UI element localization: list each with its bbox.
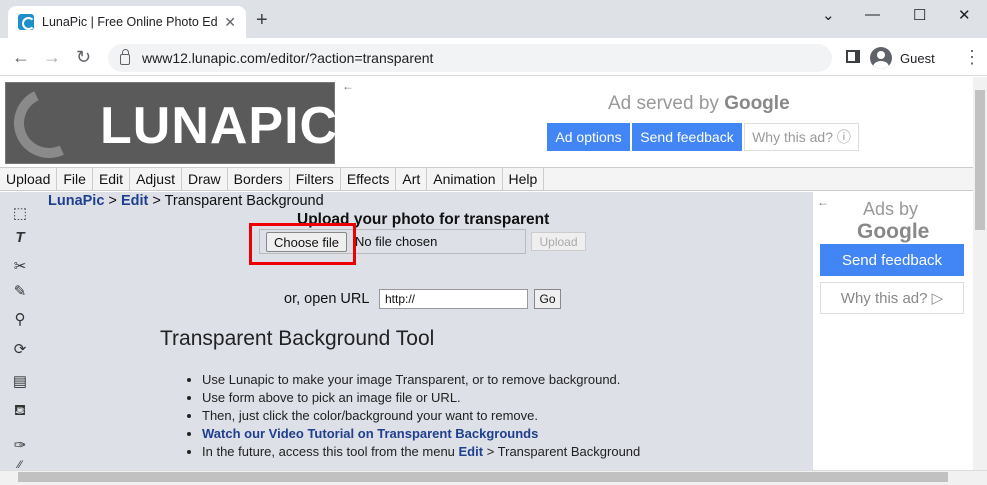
menu-filters[interactable]: Filters bbox=[290, 168, 341, 190]
video-tutorial-link[interactable]: Watch our Video Tutorial on Transparent … bbox=[202, 426, 538, 441]
send-feedback-button[interactable]: Send feedback bbox=[632, 123, 742, 151]
list-item: Then, just click the color/background yo… bbox=[202, 407, 640, 425]
text-tool-icon[interactable]: T bbox=[11, 229, 29, 246]
side-send-feedback-button[interactable]: Send feedback bbox=[820, 244, 964, 276]
rotate-tool-icon[interactable]: ⟳ bbox=[11, 340, 29, 358]
profile-name: Guest bbox=[900, 50, 935, 66]
new-tab-button[interactable]: + bbox=[256, 9, 268, 32]
edit-menu-link[interactable]: Edit bbox=[459, 444, 484, 459]
menu-help[interactable]: Help bbox=[503, 168, 545, 190]
breadcrumb-separator: > bbox=[104, 193, 121, 209]
maximize-button[interactable]: ☐ bbox=[913, 6, 926, 24]
browser-menu-icon[interactable]: ⋮ bbox=[963, 47, 981, 68]
menu-effects[interactable]: Effects bbox=[341, 168, 397, 190]
tab-close-icon[interactable]: ✕ bbox=[224, 14, 236, 31]
crop-tool-icon[interactable]: ✂ bbox=[11, 257, 29, 275]
url-label: or, open URL bbox=[284, 291, 370, 307]
breadcrumb-separator: > bbox=[148, 193, 165, 209]
pencil-tool-icon[interactable]: ✎ bbox=[11, 282, 29, 300]
vertical-scroll-thumb[interactable] bbox=[975, 90, 985, 230]
ads-by-label: Ads by bbox=[863, 199, 919, 219]
why-this-ad-button[interactable]: Why this ad? ⓘ bbox=[744, 123, 859, 151]
side-ad-back-icon[interactable]: ← bbox=[817, 195, 829, 209]
ad-served-label: Ad served by bbox=[608, 93, 719, 114]
menu-upload[interactable]: Upload bbox=[0, 168, 58, 190]
sidebar-toggle-icon[interactable] bbox=[846, 50, 860, 63]
ad-served-by: Ad served by Google bbox=[608, 93, 790, 115]
no-file-chosen-label: No file chosen bbox=[355, 234, 438, 249]
side-why-this-ad-button[interactable]: Why this ad? ▷ bbox=[820, 282, 964, 314]
menu-file[interactable]: File bbox=[57, 168, 93, 190]
list-item: In the future, access this tool from the… bbox=[202, 443, 640, 461]
reload-button[interactable]: ↻ bbox=[76, 47, 91, 68]
back-button[interactable]: ← bbox=[12, 47, 30, 68]
select-tool-icon[interactable]: ⬚ bbox=[11, 204, 29, 222]
address-bar[interactable]: www12.lunapic.com/editor/?action=transpa… bbox=[108, 44, 832, 72]
minimize-button[interactable]: — bbox=[865, 6, 880, 23]
lock-icon[interactable] bbox=[120, 48, 130, 65]
menu-animation[interactable]: Animation bbox=[427, 168, 503, 190]
menu-art[interactable]: Art bbox=[396, 168, 428, 190]
logo-text: LUNAPIC bbox=[100, 97, 339, 155]
fill-tool-icon[interactable]: ⛾ bbox=[11, 402, 29, 421]
menu-adjust[interactable]: Adjust bbox=[130, 168, 182, 190]
tab-search-icon[interactable]: ⌄ bbox=[822, 6, 835, 24]
ad-back-icon[interactable]: ← bbox=[342, 79, 354, 93]
upload-button[interactable]: Upload bbox=[531, 232, 586, 251]
eyedropper-tool-icon[interactable]: ✑ bbox=[11, 436, 29, 454]
google-label: Google bbox=[724, 93, 790, 114]
profile-button[interactable]: Guest bbox=[870, 45, 935, 71]
bullet5-suffix: > Transparent Background bbox=[483, 444, 641, 459]
red-highlight-box bbox=[249, 223, 356, 265]
list-item: Watch our Video Tutorial on Transparent … bbox=[202, 425, 640, 443]
close-window-button[interactable]: ✕ bbox=[958, 6, 971, 24]
list-item: Use Lunapic to make your image Transpare… bbox=[202, 371, 640, 389]
menu-edit[interactable]: Edit bbox=[93, 168, 131, 190]
zoom-tool-icon[interactable]: ⚲ bbox=[11, 310, 29, 328]
menu-borders[interactable]: Borders bbox=[228, 168, 290, 190]
breadcrumb-current: Transparent Background bbox=[164, 193, 324, 209]
app-menu-bar: Upload File Edit Adjust Draw Borders Fil… bbox=[0, 167, 973, 191]
menu-draw[interactable]: Draw bbox=[182, 168, 228, 190]
ads-google-label: Google bbox=[857, 220, 930, 243]
bullet5-text: In the future, access this tool from the… bbox=[202, 444, 459, 459]
breadcrumb-home-link[interactable]: LunaPic bbox=[48, 193, 104, 209]
breadcrumb: LunaPic > Edit > Transparent Background bbox=[48, 193, 324, 209]
url-text: www12.lunapic.com/editor/?action=transpa… bbox=[142, 50, 434, 66]
gradient-tool-icon[interactable]: ▤ bbox=[11, 372, 29, 390]
tab-title: LunaPic | Free Online Photo Ed bbox=[42, 15, 218, 29]
tool-heading: Transparent Background Tool bbox=[160, 327, 435, 350]
breadcrumb-edit-link[interactable]: Edit bbox=[121, 193, 148, 209]
browser-tab[interactable]: LunaPic | Free Online Photo Ed ✕ bbox=[8, 6, 246, 38]
url-input[interactable]: http:// bbox=[379, 289, 528, 309]
go-button[interactable]: Go bbox=[534, 289, 561, 309]
list-item: Use form above to pick an image file or … bbox=[202, 389, 640, 407]
instructions-list: Use Lunapic to make your image Transpare… bbox=[187, 371, 640, 461]
avatar-icon bbox=[870, 47, 892, 69]
lunapic-favicon-icon bbox=[18, 14, 35, 30]
horizontal-scroll-thumb[interactable] bbox=[18, 472, 948, 482]
forward-button[interactable]: → bbox=[43, 47, 61, 68]
ad-options-button[interactable]: Ad options bbox=[547, 123, 630, 151]
